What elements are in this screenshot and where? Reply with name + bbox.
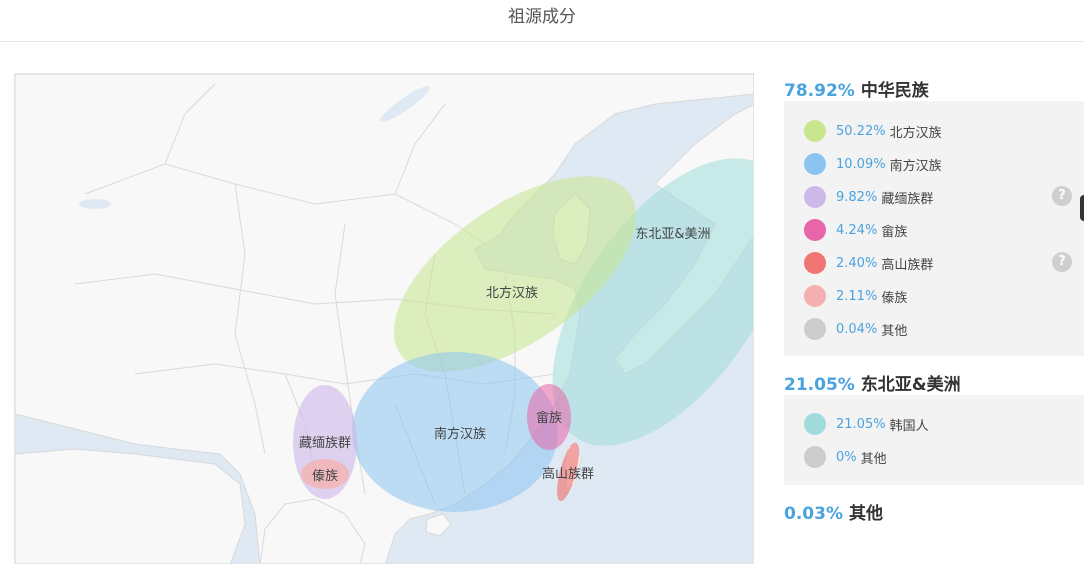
item-percent: 0.04% [836,321,878,337]
color-swatch [804,446,826,468]
item-percent: 10.09% [836,156,886,172]
map-canvas: 北方汉族 南方汉族 藏缅族群 傣族 畲族 高山族群 东北亚&美洲 [15,74,753,563]
color-swatch [804,153,826,175]
label-tibeto-burman: 藏缅族群 [299,435,351,451]
label-northeast-asia-americas: 东北亚&美洲 [635,227,710,242]
item-percent: 4.24% [836,222,878,238]
item-name: 韩国人 [889,418,929,434]
land-india [15,448,246,563]
legend-item-northern-han[interactable]: 50.22% 北方汉族 [804,120,942,142]
color-swatch [804,186,826,208]
color-swatch [804,120,826,142]
label-dai: 傣族 [312,468,338,484]
item-percent: 0% [836,449,857,465]
land-hainan [425,513,452,537]
group-name: 其他 [848,504,883,524]
help-icon-tibeto-burman[interactable]: ? [1052,186,1072,206]
ancestry-map[interactable]: 北方汉族 南方汉族 藏缅族群 傣族 畲族 高山族群 东北亚&美洲 [14,73,754,564]
side-handle[interactable] [1080,195,1084,221]
item-percent: 9.82% [836,189,878,205]
group-heading-chinese: 78.92% 中华民族 [784,76,929,101]
item-name: 藏缅族群 [881,191,934,207]
label-gaoshan: 高山族群 [542,466,594,482]
group-percent: 21.05% [784,375,855,395]
group-percent: 78.92% [784,81,855,101]
legend-item-other-northeast[interactable]: 0% 其他 [804,446,887,468]
group-heading-northeast-asia: 21.05% 东北亚&美洲 [784,370,961,395]
color-swatch [804,219,826,241]
label-northern-han: 北方汉族 [486,285,538,301]
legend-item-she[interactable]: 4.24% 畲族 [804,219,907,241]
legend-item-southern-han[interactable]: 10.09% 南方汉族 [804,153,942,175]
group-name: 中华民族 [860,81,929,101]
group-box-northeast-asia: 21.05% 韩国人 0% 其他 [784,395,1084,485]
item-name: 北方汉族 [889,125,942,141]
legend-item-tibeto-burman[interactable]: 9.82% 藏缅族群 [804,186,933,208]
item-name: 高山族群 [881,257,934,273]
item-percent: 21.05% [836,416,886,432]
group-percent: 0.03% [784,504,843,524]
group-heading-other: 0.03% 其他 [784,499,883,524]
label-she: 畲族 [536,410,562,426]
help-icon-gaoshan[interactable]: ? [1052,252,1072,272]
lake-balkhash [79,199,111,209]
item-name: 其他 [860,451,887,467]
legend-item-dai[interactable]: 2.11% 傣族 [804,285,907,307]
item-name: 其他 [881,323,908,339]
group-box-chinese: 50.22% 北方汉族 10.09% 南方汉族 9.82% 藏缅族群 ? 4.2… [784,101,1084,356]
item-name: 南方汉族 [889,158,942,174]
group-name: 东北亚&美洲 [860,375,961,395]
color-swatch [804,413,826,435]
item-percent: 2.11% [836,288,878,304]
page-title: 祖源成分 [508,7,576,27]
color-swatch [804,285,826,307]
item-name: 畲族 [881,224,908,240]
legend-item-korean[interactable]: 21.05% 韩国人 [804,413,929,435]
page-header: 祖源成分 [0,0,1084,42]
color-swatch [804,252,826,274]
color-swatch [804,318,826,340]
legend-item-other-chinese[interactable]: 0.04% 其他 [804,318,907,340]
item-percent: 50.22% [836,123,886,139]
item-name: 傣族 [881,290,908,306]
label-southern-han: 南方汉族 [434,426,486,442]
item-percent: 2.40% [836,255,878,271]
legend-item-gaoshan[interactable]: 2.40% 高山族群 [804,252,933,274]
